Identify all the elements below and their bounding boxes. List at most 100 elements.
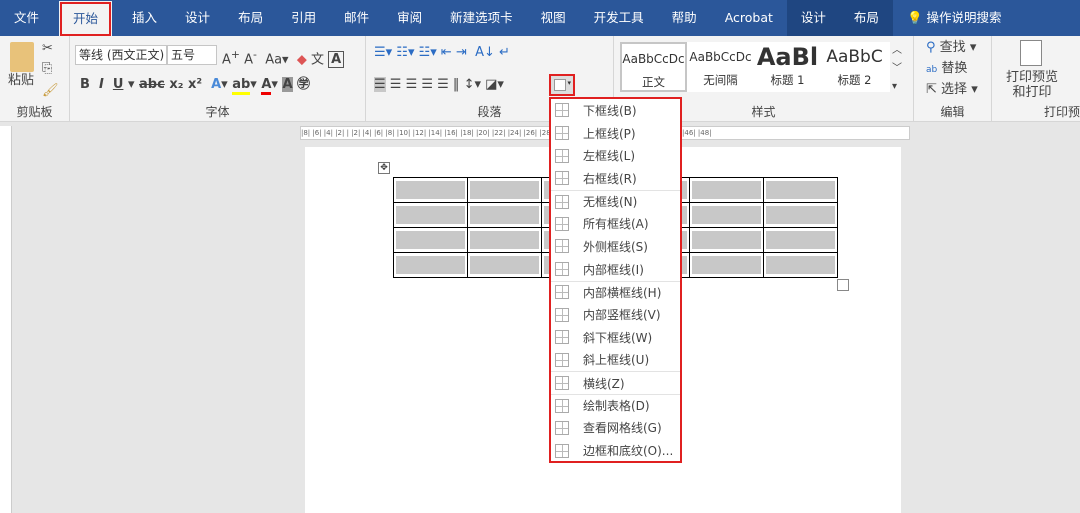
menu-item-label: 外侧框线(S) xyxy=(583,239,648,254)
menu-item-label: 上框线(P) xyxy=(583,126,636,141)
select-button[interactable]: ⇱ 选择 ▾ xyxy=(926,81,978,99)
diagonal-up-border-icon xyxy=(555,352,569,367)
table-resize-handle[interactable] xyxy=(837,279,849,291)
font-size-select[interactable]: 五号 xyxy=(167,45,217,65)
tab-11[interactable]: 帮助 xyxy=(658,0,711,36)
style-preview: AaBbCcDc xyxy=(622,52,685,66)
tab-13[interactable]: 设计 xyxy=(786,0,840,36)
tab-6[interactable]: 邮件 xyxy=(330,0,383,36)
paste-icon[interactable] xyxy=(10,42,34,72)
tab-5[interactable]: 引用 xyxy=(277,0,330,36)
view-gridlines-icon xyxy=(555,420,569,435)
menu-item-label: 内部横框线(H) xyxy=(583,285,662,300)
menu-item-inside-borders[interactable]: 内部框线(I) xyxy=(551,258,680,281)
tab-4[interactable]: 布局 xyxy=(224,0,277,36)
table-cell[interactable] xyxy=(467,252,542,278)
table-cell[interactable] xyxy=(763,202,838,228)
tab-1[interactable]: 开始 xyxy=(59,1,113,37)
format-painter-icon[interactable]: 🖌 xyxy=(42,82,59,100)
tab-3[interactable]: 设计 xyxy=(171,0,224,36)
borders-dropdown-button[interactable]: ▾ xyxy=(549,74,575,96)
table-cell[interactable] xyxy=(763,227,838,253)
font-name-select[interactable]: 等线 (西文正文) xyxy=(75,45,167,65)
style-name: 无间隔 xyxy=(703,73,738,87)
replace-icon: ab xyxy=(926,65,938,75)
print-preview-button[interactable]: 打印预览和打印 xyxy=(1000,70,1064,100)
tab-8[interactable]: 新建选项卡 xyxy=(436,0,527,36)
menu-item-diagonal-down-border[interactable]: 斜下框线(W) xyxy=(551,326,680,349)
style-2[interactable]: AaBl 标题 1 xyxy=(754,42,821,92)
right-border-icon xyxy=(555,171,569,186)
table-cell[interactable] xyxy=(467,202,542,228)
replace-button[interactable]: ab 替换 xyxy=(926,60,967,79)
inside-vertical-border-icon xyxy=(555,307,569,322)
table-cell[interactable] xyxy=(763,177,838,203)
menu-item-horizontal-line[interactable]: 横线(Z) xyxy=(551,371,680,394)
tab-10[interactable]: 开发工具 xyxy=(580,0,658,36)
tab-2[interactable]: 插入 xyxy=(118,0,171,36)
editing-label: 编辑 xyxy=(940,105,965,119)
menu-item-outside-borders[interactable]: 外侧框线(S) xyxy=(551,235,680,258)
tell-me-search[interactable]: 💡 操作说明搜索 xyxy=(893,0,1016,36)
style-name: 标题 1 xyxy=(770,73,805,87)
table-cell[interactable] xyxy=(393,177,468,203)
menu-item-label: 绘制表格(D) xyxy=(583,399,650,414)
font-format-buttons[interactable]: B I U ▾ abc x₂ x² A▾ ab▾ A▾ A ㊫ xyxy=(80,76,310,95)
table-cell[interactable] xyxy=(393,252,468,278)
style-0[interactable]: AaBbCcDc 正文 xyxy=(620,42,687,92)
menu-item-inside-horizontal-border[interactable]: 内部横框线(H) xyxy=(551,280,680,304)
top-border-icon xyxy=(555,126,569,141)
tab-7[interactable]: 审阅 xyxy=(383,0,436,36)
menu-item-label: 横线(Z) xyxy=(583,376,625,391)
paste-button[interactable]: 粘贴 xyxy=(8,72,34,90)
ribbon: 粘贴 ✂ ⎘ 🖌 剪贴板 等线 (西文正文) 五号 A+ A- Aa▾ ◆ 文 … xyxy=(0,36,1080,122)
tab-0[interactable]: 文件 xyxy=(0,0,53,36)
font-group: 等线 (西文正文) 五号 A+ A- Aa▾ ◆ 文 A B I U ▾ abc… xyxy=(70,36,366,122)
style-3[interactable]: AaBbC 标题 2 xyxy=(821,42,888,92)
table-cell[interactable] xyxy=(393,202,468,228)
table-cell[interactable] xyxy=(467,177,542,203)
tab-9[interactable]: 视图 xyxy=(527,0,580,36)
menu-item-right-border[interactable]: 右框线(R) xyxy=(551,167,680,190)
cursor-icon: ⇱ xyxy=(926,82,937,97)
cut-icon[interactable]: ✂ xyxy=(42,40,53,58)
style-1[interactable]: AaBbCcDc 无间隔 xyxy=(687,42,754,92)
alignment-buttons[interactable]: ☰ ☰ ☰ ☰ ☰ ‖ ↕▾ ◪▾ xyxy=(374,76,504,94)
menu-item-draw-table[interactable]: 绘制表格(D) xyxy=(551,393,680,417)
styles-scroll[interactable]: ︿ ﹀ ▾ xyxy=(892,42,902,96)
table-cell[interactable] xyxy=(689,252,764,278)
table-move-handle[interactable]: ✥ xyxy=(378,162,390,174)
menu-item-top-border[interactable]: 上框线(P) xyxy=(551,122,680,145)
menu-item-bottom-border[interactable]: 下框线(B) xyxy=(551,99,680,122)
menu-item-label: 斜上框线(U) xyxy=(583,353,650,368)
menu-item-left-border[interactable]: 左框线(L) xyxy=(551,144,680,167)
tab-12[interactable]: Acrobat xyxy=(711,0,787,36)
menu-item-inside-vertical-border[interactable]: 内部竖框线(V) xyxy=(551,303,680,326)
menu-item-label: 边框和底纹(O)... xyxy=(583,444,674,459)
find-button[interactable]: ⚲ 查找 ▾ xyxy=(926,39,976,57)
list-buttons[interactable]: ☰▾ ☷▾ ☳▾ ⇤ ⇥ A↓ ↵ xyxy=(374,44,510,62)
table-cell[interactable] xyxy=(763,252,838,278)
menu-item-label: 内部框线(I) xyxy=(583,262,644,277)
copy-icon[interactable]: ⎘ xyxy=(42,60,52,78)
no-border-icon xyxy=(555,194,569,209)
table-cell[interactable] xyxy=(393,227,468,253)
menu-item-all-borders[interactable]: 所有框线(A) xyxy=(551,212,680,235)
menu-item-label: 左框线(L) xyxy=(583,149,636,164)
inside-borders-icon xyxy=(555,262,569,277)
table-cell[interactable] xyxy=(467,227,542,253)
table-cell[interactable] xyxy=(689,202,764,228)
vertical-ruler[interactable] xyxy=(0,126,12,513)
menu-item-label: 下框线(B) xyxy=(583,103,637,118)
table-cell[interactable] xyxy=(689,177,764,203)
menu-item-diagonal-up-border[interactable]: 斜上框线(U) xyxy=(551,349,680,372)
print-label: 打印预 xyxy=(1043,105,1080,119)
border-icon xyxy=(554,79,566,91)
bottom-border-icon xyxy=(555,103,569,118)
menu-item-view-gridlines[interactable]: 查看网格线(G) xyxy=(551,417,680,440)
menu-item-no-border[interactable]: 无框线(N) xyxy=(551,189,680,213)
table-cell[interactable] xyxy=(689,227,764,253)
tab-14[interactable]: 布局 xyxy=(839,0,893,36)
menu-item-borders-shading[interactable]: 边框和底纹(O)... xyxy=(551,439,680,462)
style-preview: AaBl xyxy=(756,43,819,71)
